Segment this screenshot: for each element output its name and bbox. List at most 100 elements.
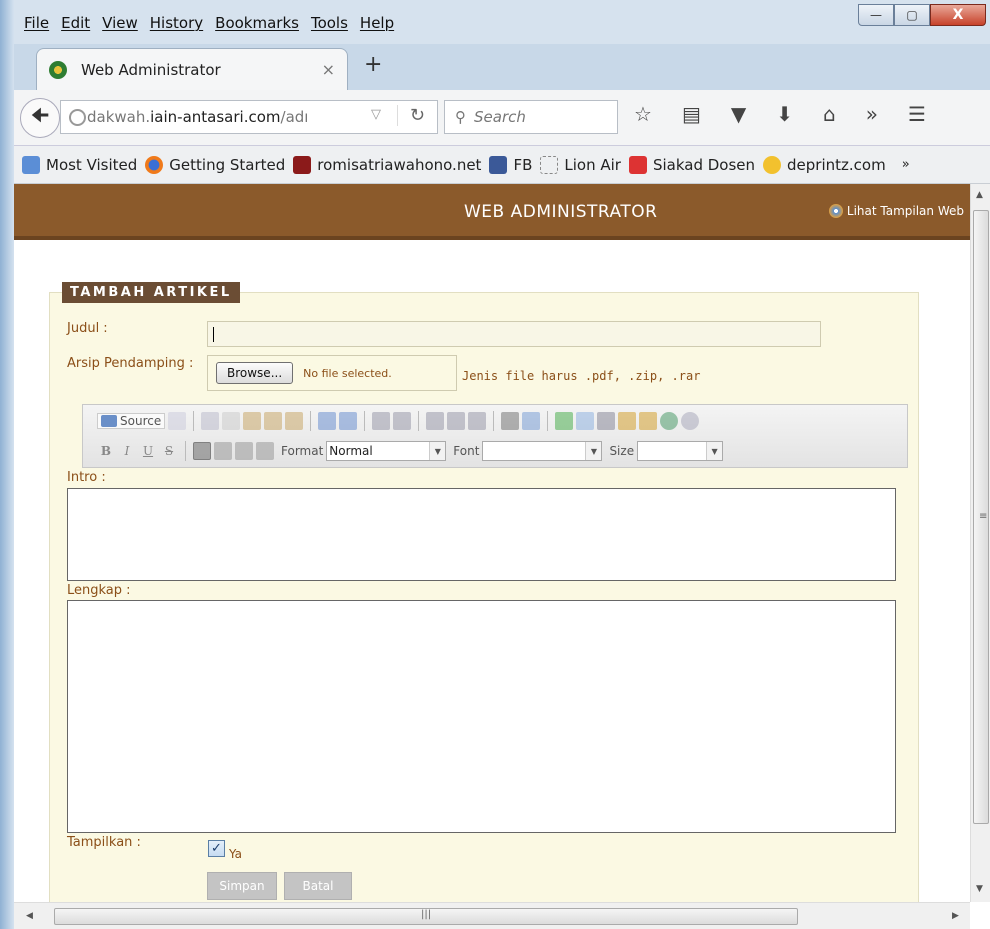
url-prefix: dakwah. <box>87 108 151 126</box>
menu-hamburger-icon[interactable]: ☰ <box>908 102 926 126</box>
minimize-button[interactable]: — <box>858 4 894 26</box>
chevron-down-icon: ▼ <box>429 442 446 460</box>
bookmarks-overflow[interactable]: » <box>902 157 910 172</box>
back-button[interactable]: 🠈 <box>20 98 60 138</box>
browse-button[interactable]: Browse... <box>216 362 294 384</box>
new-tab-button[interactable]: + <box>364 52 382 77</box>
page-icon <box>540 155 559 174</box>
scroll-up-icon[interactable]: ▲ <box>976 190 983 200</box>
menu-tools[interactable]: Tools <box>311 14 348 32</box>
reading-list-icon[interactable]: ▤ <box>682 102 701 126</box>
pocket-icon[interactable]: ▼ <box>731 102 746 126</box>
home-icon[interactable]: ⌂ <box>823 102 836 126</box>
intro-editor[interactable] <box>67 488 896 581</box>
menu-bar: File Edit View History Bookmarks Tools H… <box>14 0 990 44</box>
save-button[interactable]: Simpan <box>207 872 277 900</box>
menu-bookmarks[interactable]: Bookmarks <box>215 14 299 32</box>
bookmark-fb[interactable]: FB <box>489 155 532 174</box>
indent-icon[interactable] <box>447 412 466 430</box>
vertical-scrollbar[interactable]: ▲ ≡ ▼ <box>970 184 990 902</box>
numbered-list-icon[interactable] <box>372 412 391 430</box>
tab-web-administrator[interactable]: Web Administrator × <box>36 48 348 90</box>
search-placeholder: Search <box>474 108 526 126</box>
bullet-list-icon[interactable] <box>393 412 412 430</box>
cut-icon[interactable] <box>201 412 220 430</box>
grip-icon: ≡ <box>979 511 988 522</box>
menu-file[interactable]: File <box>24 14 49 32</box>
image-icon[interactable] <box>555 412 574 430</box>
source-button[interactable]: Source <box>97 413 166 429</box>
horizontal-scroll-thumb[interactable]: ||| <box>54 908 798 925</box>
redo-icon[interactable] <box>339 412 358 430</box>
url-host: iain-antasari.com <box>150 108 281 126</box>
menu-history[interactable]: History <box>150 14 203 32</box>
remove-format-icon[interactable] <box>522 412 541 430</box>
bg-color-icon[interactable] <box>639 412 658 430</box>
bookmark-lion-air[interactable]: Lion Air <box>540 155 621 174</box>
bookmark-siakad-dosen[interactable]: Siakad Dosen <box>628 155 755 174</box>
preview-icon[interactable] <box>168 412 187 430</box>
find-icon[interactable] <box>501 412 520 430</box>
no-file-text: No file selected. <box>303 366 392 380</box>
lengkap-editor[interactable] <box>67 600 896 833</box>
size-select[interactable]: ▼ <box>637 441 724 461</box>
scroll-left-icon[interactable]: ◀ <box>26 911 33 921</box>
bookmark-deprintz[interactable]: deprintz.com <box>763 155 886 174</box>
format-select[interactable]: Normal ▼ <box>326 441 447 461</box>
download-icon[interactable]: ⬇ <box>776 102 793 126</box>
maximize-button[interactable]: ▢ <box>894 4 930 26</box>
align-center-icon[interactable] <box>214 442 232 460</box>
url-dropdown-icon[interactable]: ▽ <box>371 107 381 122</box>
bookmark-star-icon[interactable]: ☆ <box>634 102 652 126</box>
file-type-note: Jenis file harus .pdf, .zip, .rar <box>462 369 701 383</box>
menu-edit[interactable]: Edit <box>61 14 90 32</box>
tampilkan-checkbox[interactable]: ✓ <box>208 840 225 857</box>
overflow-icon[interactable]: » <box>866 102 878 126</box>
scroll-right-icon[interactable]: ▶ <box>952 911 959 921</box>
table-icon[interactable] <box>576 412 595 430</box>
font-select[interactable]: ▼ <box>482 441 603 461</box>
search-input[interactable]: ⚲ Search <box>444 100 618 134</box>
editor-toolbar: Source B I U S Format Normal ▼ Font ▼ Si… <box>82 404 908 468</box>
cancel-button[interactable]: Batal <box>284 872 352 900</box>
align-justify-icon[interactable] <box>256 442 274 460</box>
underline-button[interactable]: U <box>139 444 157 458</box>
tab-close-icon[interactable]: × <box>322 60 335 79</box>
bookmark-most-visited[interactable]: Most Visited <box>22 155 137 174</box>
bold-button[interactable]: B <box>97 444 115 458</box>
copy-icon[interactable] <box>222 412 241 430</box>
strike-button[interactable]: S <box>160 444 178 458</box>
bookmark-romisatriawahono[interactable]: romisatriawahono.net <box>293 155 481 174</box>
paste-text-icon[interactable] <box>264 412 283 430</box>
intro-label: Intro : <box>67 470 106 485</box>
page-content: WEB ADMINISTRATOR Lihat Tampilan Web TAM… <box>14 184 970 902</box>
link-icon[interactable] <box>660 412 679 430</box>
scroll-down-icon[interactable]: ▼ <box>976 884 983 894</box>
paste-icon[interactable] <box>243 412 262 430</box>
url-bar[interactable]: dakwah. iain-antasari.com/adı ▽ ↻ <box>60 100 438 134</box>
site-favicon-icon <box>49 60 67 79</box>
grip-icon: ||| <box>421 909 432 920</box>
judul-label: Judul : <box>67 321 108 336</box>
text-color-icon[interactable] <box>618 412 637 430</box>
anchor-icon[interactable] <box>681 412 700 430</box>
bookmark-getting-started[interactable]: Getting Started <box>145 155 285 174</box>
outdent-icon[interactable] <box>426 412 445 430</box>
align-left-icon[interactable] <box>193 442 211 460</box>
form-legend: TAMBAH ARTIKEL <box>62 282 240 303</box>
view-site-link[interactable]: Lihat Tampilan Web <box>828 204 964 218</box>
italic-button[interactable]: I <box>118 444 136 458</box>
align-right-icon[interactable] <box>235 442 253 460</box>
blockquote-icon[interactable] <box>468 412 487 430</box>
reload-icon[interactable]: ↻ <box>396 105 425 126</box>
close-window-button[interactable]: X <box>930 4 986 26</box>
paste-word-icon[interactable] <box>285 412 304 430</box>
vertical-scroll-thumb[interactable]: ≡ <box>973 210 989 824</box>
file-input[interactable]: Browse... No file selected. <box>207 355 457 391</box>
judul-input[interactable] <box>207 321 821 347</box>
menu-view[interactable]: View <box>102 14 138 32</box>
horizontal-rule-icon[interactable] <box>597 412 616 430</box>
menu-help[interactable]: Help <box>360 14 394 32</box>
horizontal-scrollbar[interactable]: ◀ ||| ▶ <box>14 902 970 929</box>
undo-icon[interactable] <box>318 412 337 430</box>
